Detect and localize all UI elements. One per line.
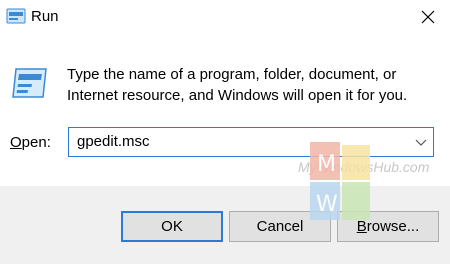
watermark-letter: M [317, 152, 336, 177]
chevron-down-icon[interactable] [415, 136, 427, 148]
watermark-logo: M W [310, 142, 370, 220]
window-title: Run [31, 8, 59, 25]
title-bar: Run [0, 0, 450, 34]
watermark-letter: W [316, 192, 338, 217]
description-text: Type the name of a program, folder, docu… [67, 66, 408, 104]
button-bar: OK Cancel Browse... [0, 186, 450, 264]
close-button[interactable] [409, 3, 447, 31]
open-label: Open: [10, 134, 51, 151]
open-input[interactable]: gpedit.msc [77, 133, 150, 150]
open-combobox[interactable]: gpedit.msc [68, 127, 434, 157]
close-icon [421, 10, 435, 24]
ok-button[interactable]: OK [121, 211, 223, 242]
dialog-body: Type the name of a program, folder, docu… [0, 34, 450, 186]
run-app-icon [6, 8, 26, 24]
run-icon [12, 68, 47, 98]
